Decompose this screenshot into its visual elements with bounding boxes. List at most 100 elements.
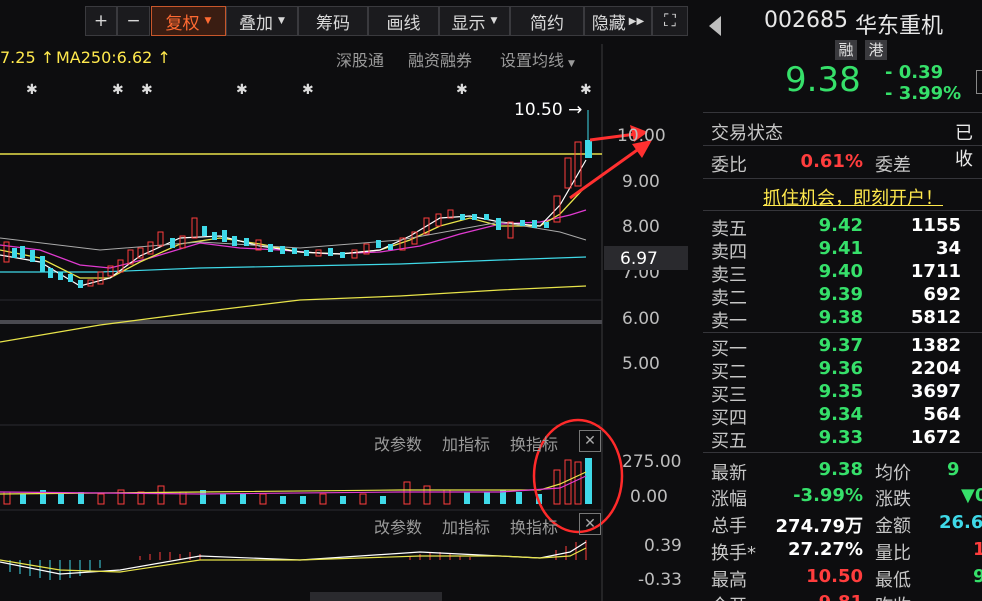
stat-label: 总手 <box>711 516 747 537</box>
macd-add-indicator-button[interactable]: 加指标 <box>442 514 490 538</box>
hide-label: 隐藏 <box>591 13 626 34</box>
vol-close-icon[interactable]: ✕ <box>579 430 601 452</box>
stat-label: 量比 <box>875 543 911 564</box>
bid-price[interactable]: 9.33 <box>803 427 863 448</box>
event-star-icon: ✱ <box>456 82 468 98</box>
stat-label: 金额 <box>875 516 911 537</box>
weibi-label: 委比 <box>711 155 747 176</box>
caret-down-icon: ▼ <box>204 16 212 26</box>
price-change-pct: - 3.99% <box>885 83 962 104</box>
ask-price[interactable]: 9.40 <box>803 261 863 282</box>
fuquan-label: 复权 <box>165 13 200 34</box>
simple-mode-button[interactable]: 简约 <box>510 6 584 36</box>
draw-line-button[interactable]: 画线 <box>368 6 439 36</box>
bid-price[interactable]: 9.35 <box>803 381 863 402</box>
volume-bars <box>3 458 592 505</box>
bid-price[interactable]: 9.36 <box>803 358 863 379</box>
ma10-line <box>0 185 587 279</box>
current-price-tag: 6.97 <box>620 249 658 269</box>
stat-value: 9.38 <box>818 459 863 480</box>
macd-switch-indicator-button[interactable]: 换指标 <box>510 514 558 538</box>
stat-label: 昨收 <box>875 592 911 601</box>
chips-label: 筹码 <box>316 13 350 34</box>
ask-price[interactable]: 9.42 <box>803 215 863 236</box>
vol-edit-params-button[interactable]: 改参数 <box>374 431 422 455</box>
ask-volume: 5812 <box>910 307 961 328</box>
stock-code: 002685 <box>764 8 848 33</box>
triangle-left-icon[interactable] <box>709 16 721 36</box>
stat-value: 1 <box>973 539 982 560</box>
date-tab <box>310 592 442 601</box>
draw-line-label: 画线 <box>386 13 421 34</box>
price-axis-label: 10.00 <box>617 126 666 146</box>
vol-switch-indicator-button[interactable]: 换指标 <box>510 431 558 455</box>
ask-volume: 1711 <box>910 261 961 282</box>
event-star-icon: ✱ <box>236 82 248 98</box>
zoom-in-button[interactable]: + <box>85 6 117 36</box>
stat-label: 最新 <box>711 463 747 484</box>
price-axis-label: 6.00 <box>622 309 660 329</box>
macd-close-icon[interactable]: ✕ <box>579 513 601 535</box>
price-change: - 0.39 <box>885 62 944 83</box>
volume-axis-label: 275.00 <box>622 452 681 472</box>
macd-dea-line <box>0 547 587 573</box>
overlay-label: 叠加 <box>239 13 274 34</box>
fullscreen-icon: ⛶ <box>664 11 676 31</box>
last-price: 9.38 <box>785 60 861 100</box>
stat-label: 换手* <box>711 543 756 564</box>
bid-price[interactable]: 9.37 <box>803 335 863 356</box>
bid-volume: 3697 <box>910 381 961 402</box>
stat-label: 今开 <box>711 592 747 601</box>
hide-button[interactable]: 隐藏 ▶▶ <box>584 6 652 36</box>
macd-axis-label: 0.39 <box>644 536 682 556</box>
event-markers: ✱ ✱ ✱ ✱ ✱ ✱ ✱ <box>26 82 592 98</box>
stat-label: 涨跌 <box>875 489 911 510</box>
overlay-dropdown[interactable]: 叠加 ▼ <box>226 6 298 36</box>
weibi-value: 0.61% <box>800 151 863 172</box>
stat-value: 10.50 <box>806 566 863 587</box>
event-star-icon: ✱ <box>302 82 314 98</box>
display-label: 显示 <box>451 13 486 34</box>
event-star-icon: ✱ <box>112 82 124 98</box>
stat-value: 9 <box>973 566 982 587</box>
trade-status-label: 交易状态 <box>711 123 783 144</box>
fullscreen-button[interactable]: ⛶ <box>652 6 688 36</box>
plus-icon: + <box>93 11 109 31</box>
vol-ma-line <box>0 471 587 495</box>
high-price-label: 10.50 → <box>514 100 582 120</box>
macd-dif-line <box>0 541 587 575</box>
ask-volume: 34 <box>935 238 961 259</box>
stat-label: 最高 <box>711 570 747 591</box>
vol-add-indicator-button[interactable]: 加指标 <box>442 431 490 455</box>
margin-tag: 融 <box>835 40 857 60</box>
ask-price[interactable]: 9.38 <box>803 307 863 328</box>
bid-volume: 1382 <box>910 335 961 356</box>
stat-value: 26.6 <box>939 512 982 533</box>
stat-value: 9 <box>947 459 960 480</box>
chips-button[interactable]: 筹码 <box>298 6 368 36</box>
weicha-label: 委差 <box>875 155 911 176</box>
macd-edit-params-button[interactable]: 改参数 <box>374 514 422 538</box>
ask-price[interactable]: 9.41 <box>803 238 863 259</box>
stat-value: 274.79万 <box>775 516 863 537</box>
caret-down-icon: ▼ <box>490 16 498 26</box>
hk-connect-tag: 港 <box>865 40 887 60</box>
ask-label: 卖一 <box>711 311 747 332</box>
bid-volume: 564 <box>923 404 961 425</box>
stock-name: 华东重机 <box>855 14 944 39</box>
fuquan-dropdown[interactable]: 复权 ▼ <box>151 6 226 36</box>
ma250-line <box>0 285 587 343</box>
ask-price[interactable]: 9.39 <box>803 284 863 305</box>
display-dropdown[interactable]: 显示 ▼ <box>439 6 510 36</box>
panel-edge-box <box>976 70 982 94</box>
ask-volume: 1155 <box>910 215 961 236</box>
volume-axis: 275.00 0.00 <box>622 452 681 507</box>
candles <box>3 110 592 288</box>
price-axis-label: 8.00 <box>622 217 660 237</box>
open-account-link[interactable]: 抓住机会，即刻开户！ <box>763 184 943 210</box>
stat-value: -3.99% <box>793 485 863 506</box>
zoom-out-button[interactable]: − <box>117 6 150 36</box>
bid-label: 买五 <box>711 431 747 452</box>
bid-price[interactable]: 9.34 <box>803 404 863 425</box>
minus-icon: − <box>126 11 141 31</box>
